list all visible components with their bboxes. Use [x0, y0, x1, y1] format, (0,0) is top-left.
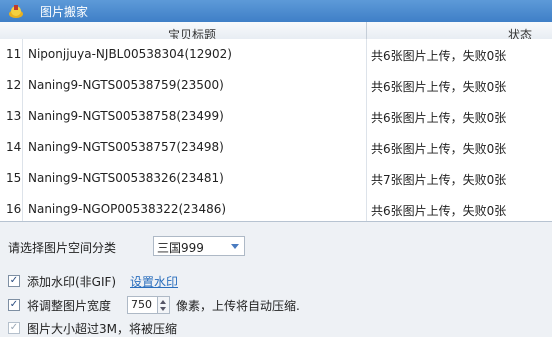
- cell-divider: [22, 70, 23, 101]
- results-table: 宝贝标题 状态 11 Niponjjuya-NJBL00538304(12902…: [0, 22, 552, 222]
- upload-status: 共7张图片上传，失败0张: [371, 173, 507, 187]
- row-number: 15: [6, 171, 22, 185]
- cell-divider: [366, 39, 367, 70]
- resize-checkbox[interactable]: ✓: [8, 299, 20, 311]
- title-bar: 图片搬家: [0, 0, 552, 22]
- cell-divider: [366, 163, 367, 194]
- row-number: 16: [6, 202, 22, 216]
- category-label: 请选择图片空间分类: [8, 241, 117, 255]
- cell-divider: [22, 39, 23, 70]
- row-number: 14: [6, 140, 22, 154]
- upload-status: 共6张图片上传，失败0张: [371, 142, 507, 156]
- category-select-value: 三国999: [157, 241, 204, 255]
- item-title: Naning9-NGTS00538758(23499): [28, 109, 224, 123]
- chevron-down-icon[interactable]: [231, 244, 239, 249]
- table-row[interactable]: 14 Naning9-NGTS00538757(23498) 共6张图片上传，失…: [0, 132, 552, 164]
- item-title: Naning9-NGTS00538759(23500): [28, 78, 224, 92]
- upload-status: 共6张图片上传，失败0张: [371, 80, 507, 94]
- category-select[interactable]: 三国999: [153, 236, 245, 256]
- cell-divider: [366, 132, 367, 163]
- resize-label: 将调整图片宽度: [27, 299, 112, 313]
- row-number: 13: [6, 109, 22, 123]
- upload-status: 共6张图片上传，失败0张: [371, 49, 507, 63]
- row-number: 12: [6, 78, 22, 92]
- table-row[interactable]: 11 Niponjjuya-NJBL00538304(12902) 共6张图片上…: [0, 39, 552, 71]
- table-row[interactable]: 16 Naning9-NGOP00538322(23486) 共6张图片上传，失…: [0, 194, 552, 221]
- row-number: 11: [6, 47, 22, 61]
- cell-divider: [22, 101, 23, 132]
- watermark-checkbox[interactable]: ✓: [8, 275, 20, 287]
- window-title: 图片搬家: [40, 5, 89, 19]
- oversize-checkbox[interactable]: ✓: [8, 322, 20, 334]
- table-row[interactable]: 12 Naning9-NGTS00538759(23500) 共6张图片上传，失…: [0, 70, 552, 102]
- item-title: Naning9-NGTS00538757(23498): [28, 140, 224, 154]
- watermark-label: 添加水印(非GIF): [27, 275, 117, 289]
- item-title: Niponjjuya-NJBL00538304(12902): [28, 47, 232, 61]
- app-logo-icon: [9, 5, 23, 18]
- item-title: Naning9-NGOP00538322(23486): [28, 202, 227, 216]
- cell-divider: [22, 163, 23, 194]
- watermark-settings-link[interactable]: 设置水印: [130, 273, 178, 290]
- width-stepper[interactable]: [158, 296, 170, 314]
- table-row[interactable]: 15 Naning9-NGTS00538326(23481) 共7张图片上传，失…: [0, 163, 552, 195]
- cell-divider: [22, 132, 23, 163]
- oversize-label: 图片大小超过3M，将被压缩: [27, 322, 177, 336]
- cell-divider: [366, 101, 367, 132]
- stepper-down-icon[interactable]: [160, 307, 166, 311]
- item-title: Naning9-NGTS00538326(23481): [28, 171, 224, 185]
- upload-status: 共6张图片上传，失败0张: [371, 111, 507, 125]
- cell-divider: [22, 194, 23, 221]
- stepper-up-icon[interactable]: [160, 300, 166, 304]
- upload-status: 共6张图片上传，失败0张: [371, 204, 507, 218]
- table-row[interactable]: 13 Naning9-NGTS00538758(23499) 共6张图片上传，失…: [0, 101, 552, 133]
- cell-divider: [366, 70, 367, 101]
- width-input[interactable]: 750: [127, 296, 158, 314]
- cell-divider: [366, 194, 367, 221]
- resize-suffix: 像素，上传将自动压缩.: [176, 299, 300, 313]
